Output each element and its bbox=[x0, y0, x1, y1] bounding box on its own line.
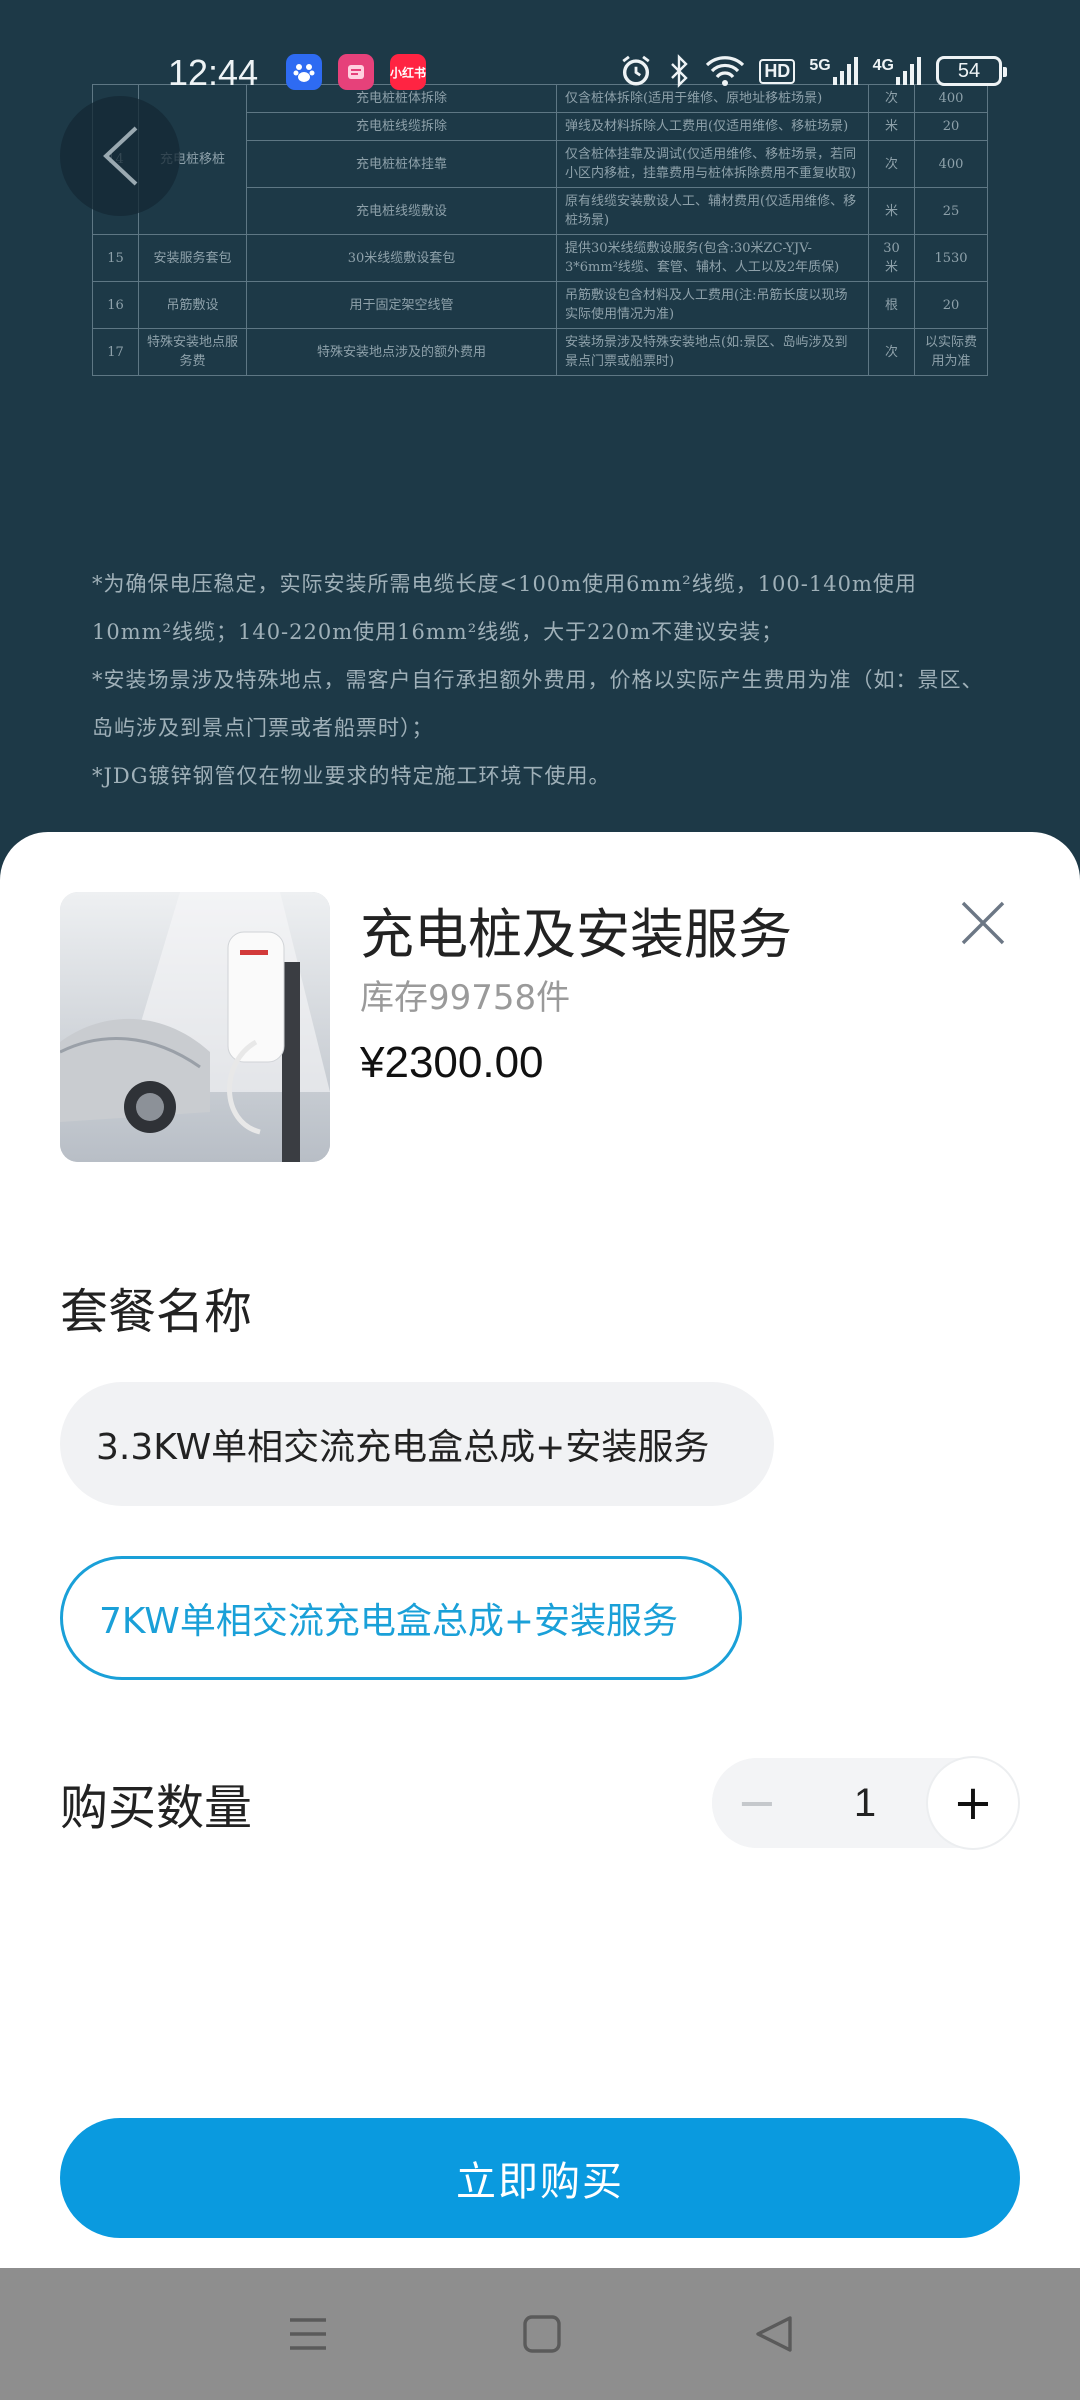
alarm-icon bbox=[622, 55, 650, 86]
back-button[interactable] bbox=[60, 96, 180, 216]
app-pink-icon bbox=[338, 54, 374, 90]
home-icon[interactable] bbox=[522, 2314, 562, 2354]
table-row: 16 吊筋敷设 用于固定架空线管 吊筋敷设包含材料及人工费用(注:吊筋长度以现场… bbox=[92, 281, 988, 329]
signal-5g: 5G bbox=[809, 57, 858, 85]
table-row: 17 特殊安装地点服务费 特殊安装地点涉及的额外费用 安装场景涉及特殊安装地点(… bbox=[92, 328, 988, 376]
increment-button[interactable]: + bbox=[928, 1758, 1018, 1848]
table-row: 15 安装服务套包 30米线缆敷设套包 提供30米线缆敷设服务(包含:30米ZC… bbox=[92, 234, 988, 282]
close-icon bbox=[961, 901, 1005, 945]
pricing-table: 14 充电桩移桩 充电桩桩体拆除 仅含桩体拆除(适用于维修、原地址移桩场景) 次… bbox=[92, 84, 988, 376]
product-image bbox=[60, 892, 330, 1162]
note-line: *JDG镀锌钢管仅在物业要求的特定施工环境下使用。 bbox=[92, 764, 611, 788]
status-bar: 12:44 小红书 HD 5G 4G 54 bbox=[0, 36, 1080, 106]
xiaohongshu-icon: 小红书 bbox=[390, 54, 426, 90]
product-stock: 库存99758件 bbox=[360, 978, 571, 1018]
quantity-label: 购买数量 bbox=[60, 1780, 253, 1836]
note-line: *安装场景涉及特殊地点，需客户自行承担额外费用，价格以实际产生费用为准（如：景区… bbox=[92, 668, 984, 740]
package-section-label: 套餐名称 bbox=[60, 1284, 253, 1340]
system-nav-bar bbox=[0, 2268, 1080, 2400]
signal-icon bbox=[896, 57, 921, 85]
install-notes: *为确保电压稳定，实际安装所需电缆长度<100m使用6mm²线缆，100-140… bbox=[92, 560, 992, 800]
package-option-7kw[interactable]: 7KW单相交流充电盒总成+安装服务 bbox=[60, 1556, 742, 1680]
baidu-icon bbox=[286, 54, 322, 90]
buy-now-button[interactable]: 立即购买 bbox=[60, 2118, 1020, 2238]
status-time: 12:44 bbox=[168, 52, 259, 93]
note-line: *为确保电压稳定，实际安装所需电缆长度<100m使用6mm²线缆，100-140… bbox=[92, 572, 917, 644]
plus-icon: + bbox=[952, 1775, 994, 1831]
product-price: ¥2300.00 bbox=[360, 1038, 544, 1087]
chevron-left-icon bbox=[103, 126, 138, 186]
quantity-value: 1 bbox=[853, 1780, 877, 1825]
close-button[interactable] bbox=[950, 890, 1016, 956]
quantity-stepper: − 1 + bbox=[712, 1758, 1018, 1848]
package-option-3-3kw[interactable]: 3.3KW单相交流充电盒总成+安装服务 bbox=[60, 1382, 774, 1506]
status-indicators: HD 5G 4G 54 bbox=[619, 54, 1007, 88]
battery-indicator: 54 bbox=[936, 56, 1007, 86]
back-triangle-icon[interactable] bbox=[754, 2314, 794, 2354]
purchase-sheet: 充电桩及安装服务 库存99758件 ¥2300.00 套餐名称 3.3KW单相交… bbox=[0, 832, 1080, 2268]
product-title: 充电桩及安装服务 bbox=[360, 903, 792, 966]
menu-icon[interactable] bbox=[286, 2314, 330, 2354]
signal-icon bbox=[832, 57, 858, 85]
bluetooth-icon bbox=[671, 54, 689, 88]
signal-4g: 4G bbox=[873, 57, 922, 85]
wifi-icon bbox=[706, 56, 745, 86]
decrement-button[interactable]: − bbox=[712, 1758, 802, 1848]
hd-badge: HD bbox=[759, 58, 796, 84]
minus-icon: − bbox=[736, 1775, 778, 1831]
